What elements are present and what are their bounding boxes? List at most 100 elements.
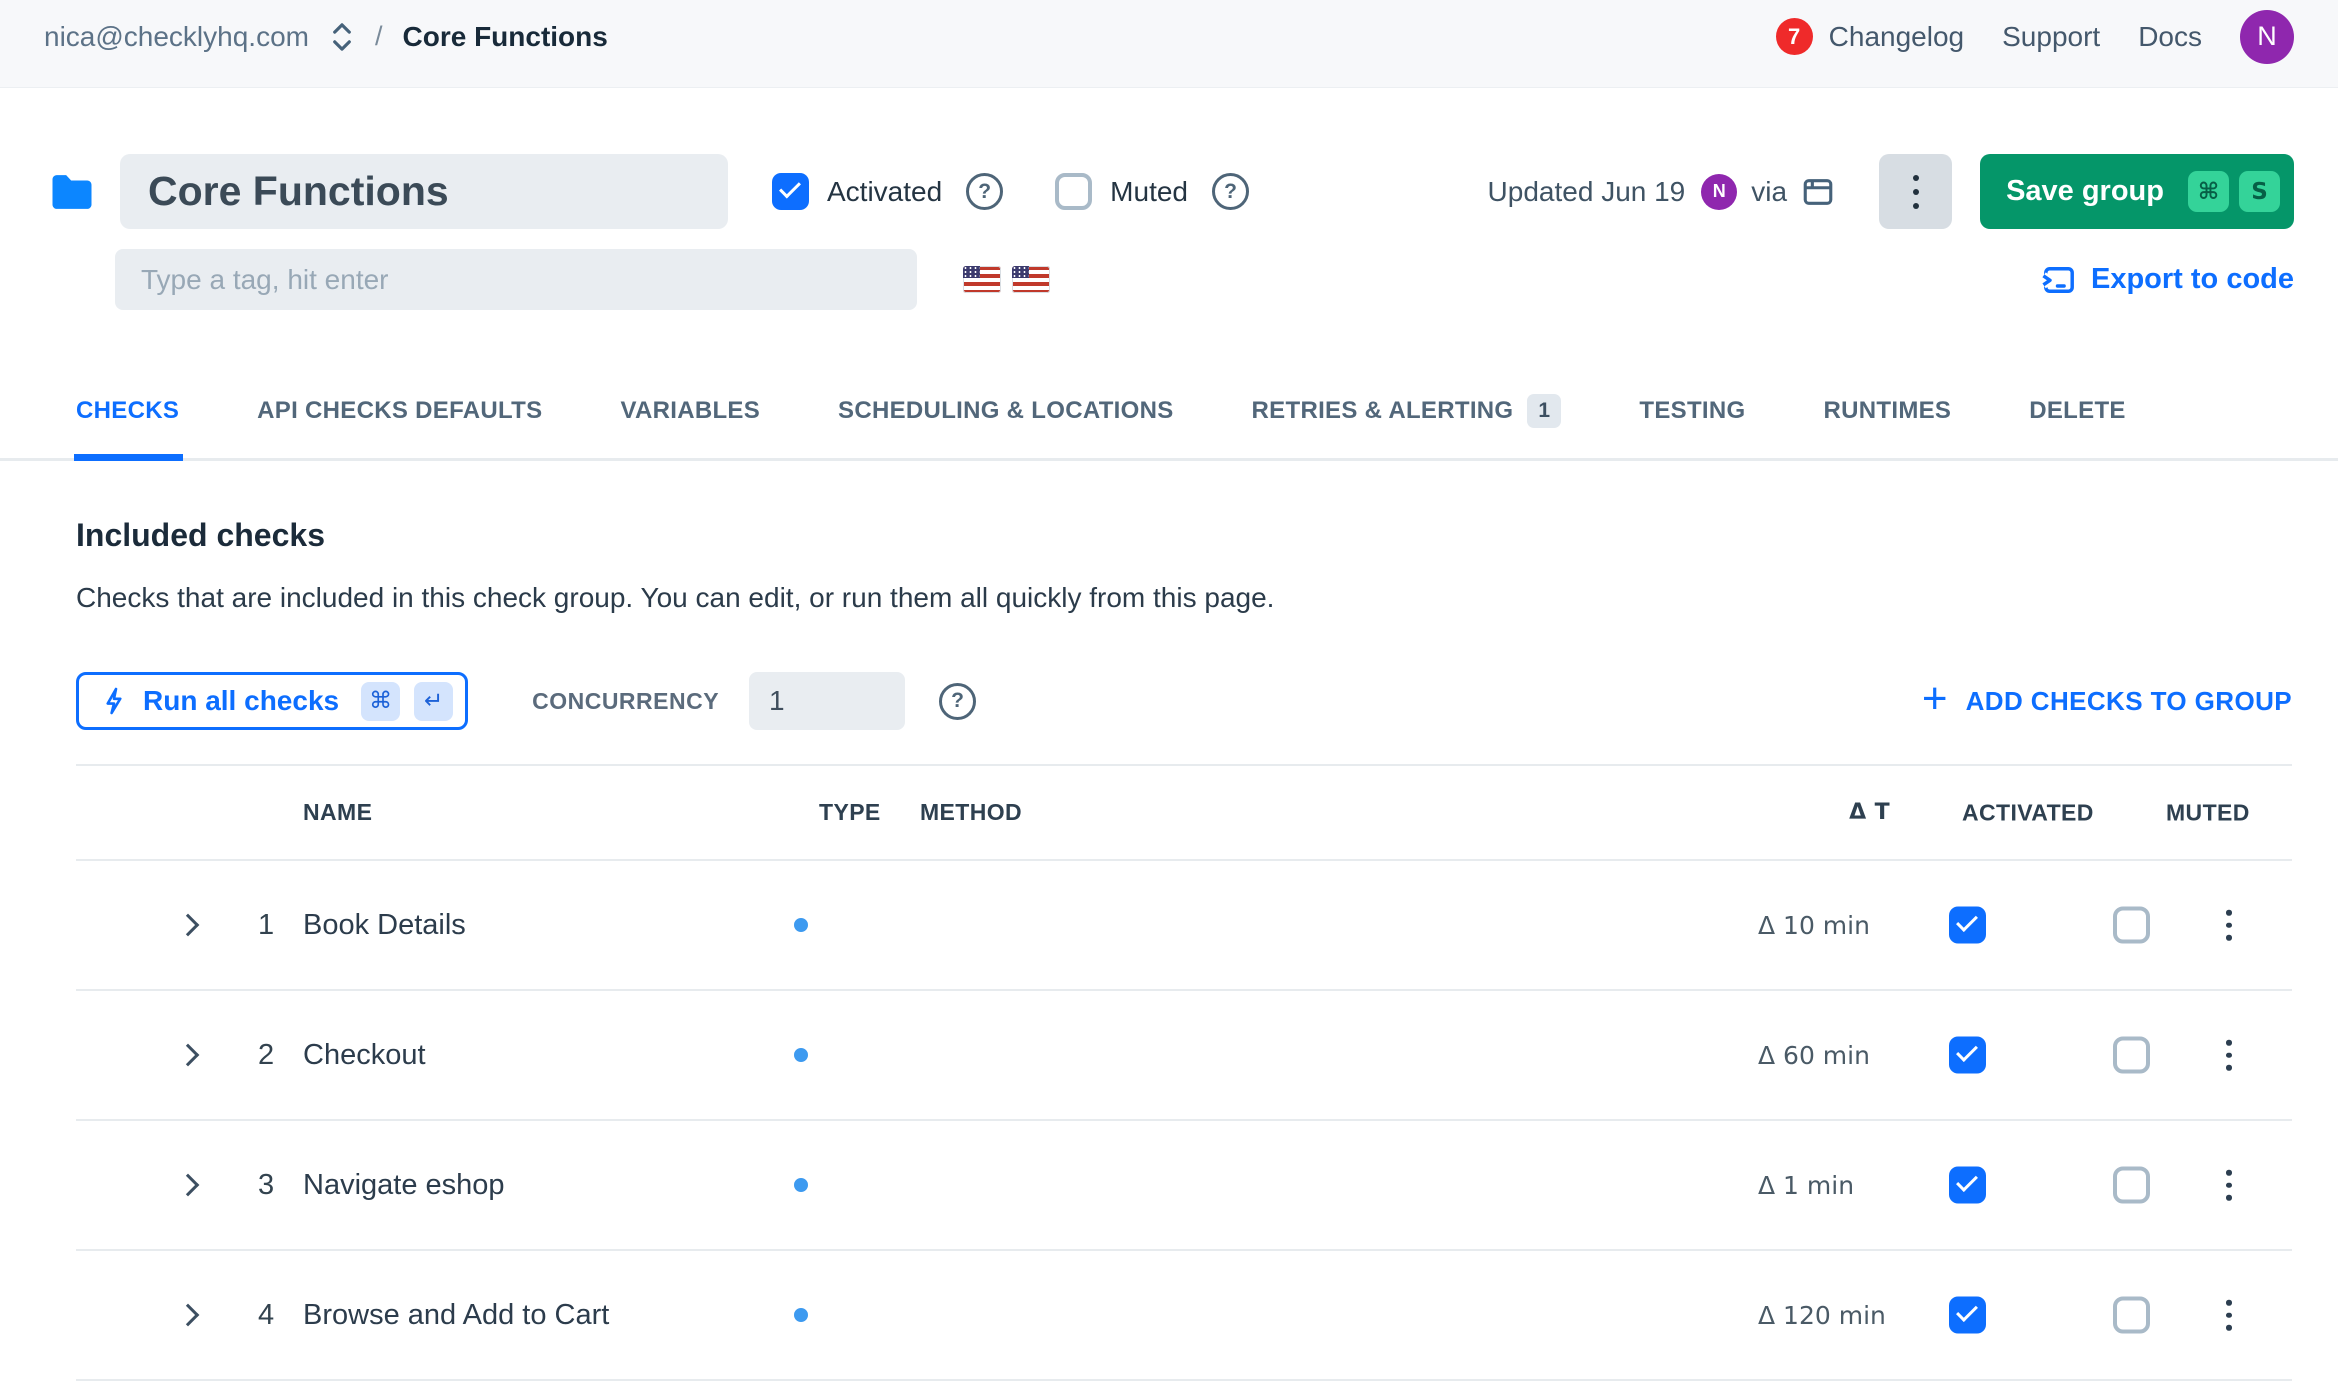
folder-icon: [46, 166, 98, 218]
row-menu-kebab-icon[interactable]: [2220, 1034, 2238, 1077]
nav-changelog[interactable]: Changelog: [1829, 21, 1964, 53]
nav-docs[interactable]: Docs: [2138, 21, 2202, 53]
chevron-up-down-icon[interactable]: [329, 20, 355, 54]
activated-label: Activated: [827, 176, 942, 208]
tab-checks[interactable]: CHECKS: [76, 394, 179, 428]
breadcrumb: nica@checklyhq.com / Core Functions: [44, 20, 608, 54]
group-name-input[interactable]: [120, 154, 728, 229]
return-keycap: ↵: [414, 682, 453, 721]
cmd-keycap: ⌘: [2188, 171, 2229, 212]
updated-by-avatar: N: [1701, 174, 1737, 210]
row-muted-checkbox[interactable]: [2113, 1167, 2150, 1204]
row-menu-kebab-icon[interactable]: [2220, 1164, 2238, 1207]
add-checks-to-group-link[interactable]: + ADD CHECKS TO GROUP: [1922, 686, 2292, 717]
nav-support[interactable]: Support: [2002, 21, 2100, 53]
updated-timestamp: Updated Jun 19: [1488, 176, 1686, 208]
export-to-code-label: Export to code: [2091, 263, 2294, 296]
top-nav: 7 Changelog Support Docs N: [1776, 10, 2294, 64]
row-expand-chevron[interactable]: [76, 1177, 230, 1193]
row-activated-checkbox[interactable]: [1949, 1037, 1986, 1074]
section-title: Included checks: [76, 517, 2292, 554]
col-header-type: TYPE: [790, 799, 900, 826]
activated-toggle-group: Activated ?: [772, 173, 1003, 210]
concurrency-help-icon[interactable]: ?: [939, 683, 976, 720]
chevron-right-icon: [177, 1044, 200, 1067]
muted-checkbox[interactable]: [1055, 173, 1092, 210]
muted-help-icon[interactable]: ?: [1212, 173, 1249, 210]
col-header-activated: ACTIVATED: [1962, 799, 2094, 826]
table-row: 4 Browse and Add to Cart Δ 120 min: [76, 1251, 2292, 1381]
row-menu-kebab-icon[interactable]: [2220, 904, 2238, 947]
location-flags: [963, 266, 1050, 293]
row-menu-kebab-icon[interactable]: [2220, 1294, 2238, 1337]
table-header-row: NAME TYPE METHOD Δ T ACTIVATED MUTED: [76, 764, 2292, 861]
included-checks-section: Included checks Checks that are included…: [0, 517, 2338, 1381]
more-actions-button[interactable]: [1879, 154, 1952, 229]
check-interval: Δ 120 min: [1740, 1301, 1910, 1330]
export-to-code-link[interactable]: Export to code: [2041, 262, 2294, 298]
add-checks-label: ADD CHECKS TO GROUP: [1966, 686, 2292, 717]
tab-testing[interactable]: TESTING: [1639, 394, 1745, 428]
save-group-label: Save group: [2006, 175, 2164, 208]
tab-retries-alerting[interactable]: RETRIES & ALERTING 1: [1252, 394, 1562, 428]
col-header-method: METHOD: [900, 799, 1740, 826]
check-interval: Δ 10 min: [1740, 911, 1910, 940]
table-row: 1 Book Details Δ 10 min: [76, 861, 2292, 991]
row-muted-checkbox[interactable]: [2113, 907, 2150, 944]
row-index: 3: [230, 1169, 303, 1202]
tab-variables[interactable]: VARIABLES: [620, 394, 760, 428]
us-flag-icon: [963, 266, 1001, 293]
check-interval: Δ 60 min: [1740, 1041, 1910, 1070]
run-all-checks-button[interactable]: Run all checks ⌘ ↵: [76, 672, 468, 730]
breadcrumb-current: Core Functions: [403, 21, 608, 53]
run-all-checks-label: Run all checks: [143, 685, 339, 717]
chevron-right-icon: [177, 914, 200, 937]
row-expand-chevron[interactable]: [76, 1047, 230, 1063]
row-muted-checkbox[interactable]: [2113, 1297, 2150, 1334]
col-header-muted: MUTED: [2166, 799, 2250, 826]
activated-help-icon[interactable]: ?: [966, 173, 1003, 210]
group-header: Activated ? Muted ? Updated Jun 19 N via…: [0, 88, 2338, 310]
row-activated-checkbox[interactable]: [1949, 1167, 1986, 1204]
col-header-name: NAME: [303, 799, 790, 826]
check-name[interactable]: Book Details: [303, 909, 790, 942]
section-description: Checks that are included in this check g…: [76, 582, 2292, 614]
browser-window-icon: [1801, 175, 1835, 209]
chevron-right-icon: [177, 1304, 200, 1327]
row-muted-checkbox[interactable]: [2113, 1037, 2150, 1074]
account-switcher[interactable]: nica@checklyhq.com: [44, 21, 309, 53]
col-header-delta-t: Δ T: [1740, 800, 1910, 825]
tab-api-checks-defaults[interactable]: API CHECKS DEFAULTS: [257, 394, 542, 428]
row-expand-chevron[interactable]: [76, 917, 230, 933]
tab-scheduling-locations[interactable]: SCHEDULING & LOCATIONS: [838, 394, 1174, 428]
tag-input[interactable]: [115, 249, 917, 310]
concurrency-label: CONCURRENCY: [532, 688, 719, 715]
us-flag-icon: [1012, 266, 1050, 293]
check-interval: Δ 1 min: [1740, 1171, 1910, 1200]
row-expand-chevron[interactable]: [76, 1307, 230, 1323]
tab-bar: CHECKS API CHECKS DEFAULTS VARIABLES SCH…: [0, 394, 2338, 461]
checks-controls: Run all checks ⌘ ↵ CONCURRENCY ? + ADD C…: [76, 672, 2292, 730]
chevron-right-icon: [177, 1174, 200, 1197]
muted-toggle-group: Muted ?: [1055, 173, 1249, 210]
save-group-button[interactable]: Save group ⌘ S: [1980, 154, 2294, 229]
row-index: 2: [230, 1039, 303, 1072]
tab-delete[interactable]: DELETE: [2029, 394, 2125, 428]
check-name[interactable]: Checkout: [303, 1039, 790, 1072]
tab-runtimes[interactable]: RUNTIMES: [1824, 394, 1952, 428]
user-avatar[interactable]: N: [2240, 10, 2294, 64]
checks-table: NAME TYPE METHOD Δ T ACTIVATED MUTED 1 B…: [76, 764, 2292, 1381]
via-label: via: [1751, 176, 1787, 208]
row-activated-checkbox[interactable]: [1949, 1297, 1986, 1334]
row-activated-checkbox[interactable]: [1949, 907, 1986, 944]
concurrency-input[interactable]: [749, 672, 905, 730]
activated-checkbox[interactable]: [772, 173, 809, 210]
export-code-icon: [2041, 262, 2077, 298]
check-name[interactable]: Navigate eshop: [303, 1169, 790, 1202]
muted-label: Muted: [1110, 176, 1188, 208]
s-keycap: S: [2239, 171, 2280, 212]
row-index: 4: [230, 1299, 303, 1332]
retries-alerting-badge: 1: [1527, 394, 1561, 428]
table-row: 3 Navigate eshop Δ 1 min: [76, 1121, 2292, 1251]
check-name[interactable]: Browse and Add to Cart: [303, 1299, 790, 1332]
